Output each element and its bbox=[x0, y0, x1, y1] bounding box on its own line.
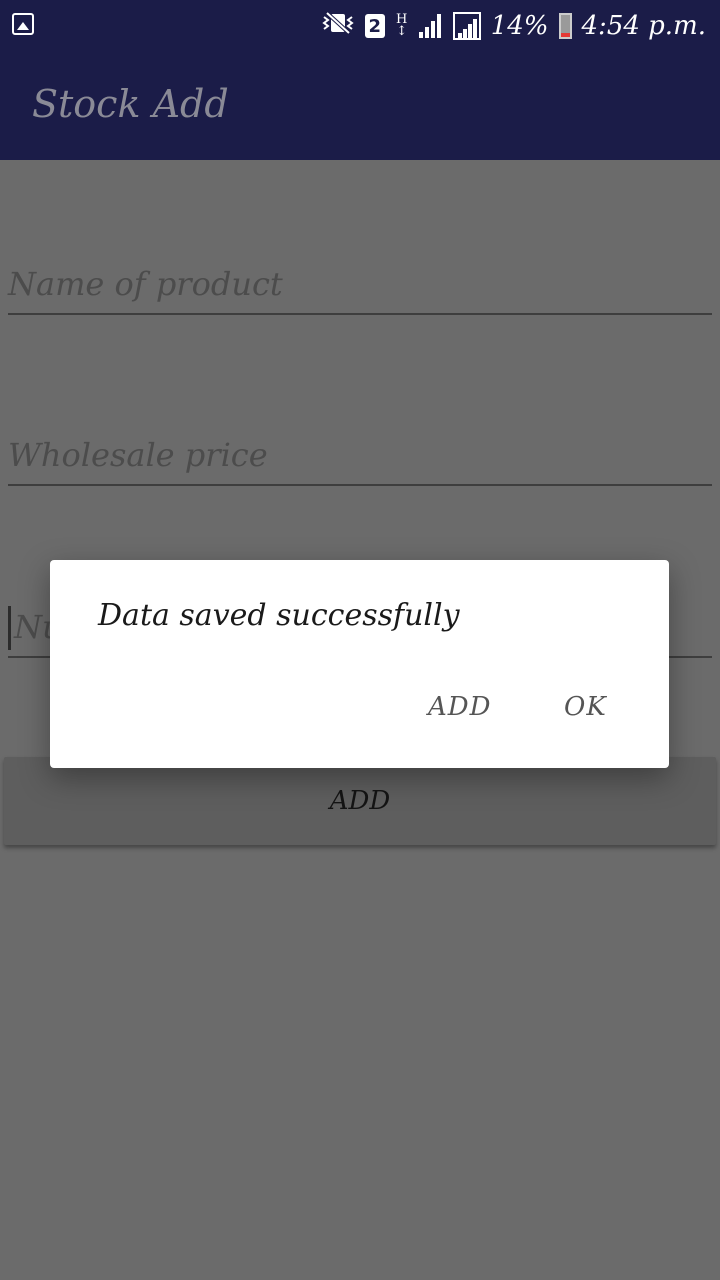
wholesale-price-input[interactable]: Wholesale price bbox=[8, 426, 712, 486]
status-bar: 2 H ↕ 14% 4:54 p.m. bbox=[0, 0, 720, 52]
dialog-ok-button[interactable]: OK bbox=[564, 692, 607, 722]
image-notification-icon bbox=[12, 13, 34, 35]
app-title: Stock Add bbox=[32, 82, 229, 126]
dialog-add-button[interactable]: ADD bbox=[428, 692, 491, 722]
dialog-message: Data saved successfully bbox=[98, 598, 460, 633]
h-network-icon: H ↕ bbox=[396, 12, 408, 39]
success-dialog: Data saved successfully ADD OK bbox=[50, 560, 669, 768]
text-cursor bbox=[8, 606, 11, 650]
wholesale-price-placeholder: Wholesale price bbox=[8, 436, 268, 474]
app-bar: Stock Add bbox=[0, 52, 720, 160]
clock: 4:54 p.m. bbox=[581, 11, 706, 41]
status-icons: 2 H ↕ 14% 4:54 p.m. bbox=[321, 8, 706, 44]
battery-percent: 14% bbox=[490, 11, 549, 41]
vibrate-icon bbox=[321, 11, 355, 42]
signal-icon bbox=[418, 14, 443, 38]
signal-icon bbox=[452, 12, 481, 40]
sim-2-icon: 2 bbox=[364, 14, 385, 38]
product-name-placeholder: Name of product bbox=[8, 265, 283, 303]
add-button[interactable]: ADD bbox=[4, 757, 716, 845]
battery-icon bbox=[558, 13, 572, 39]
product-name-input[interactable]: Name of product bbox=[8, 255, 712, 315]
